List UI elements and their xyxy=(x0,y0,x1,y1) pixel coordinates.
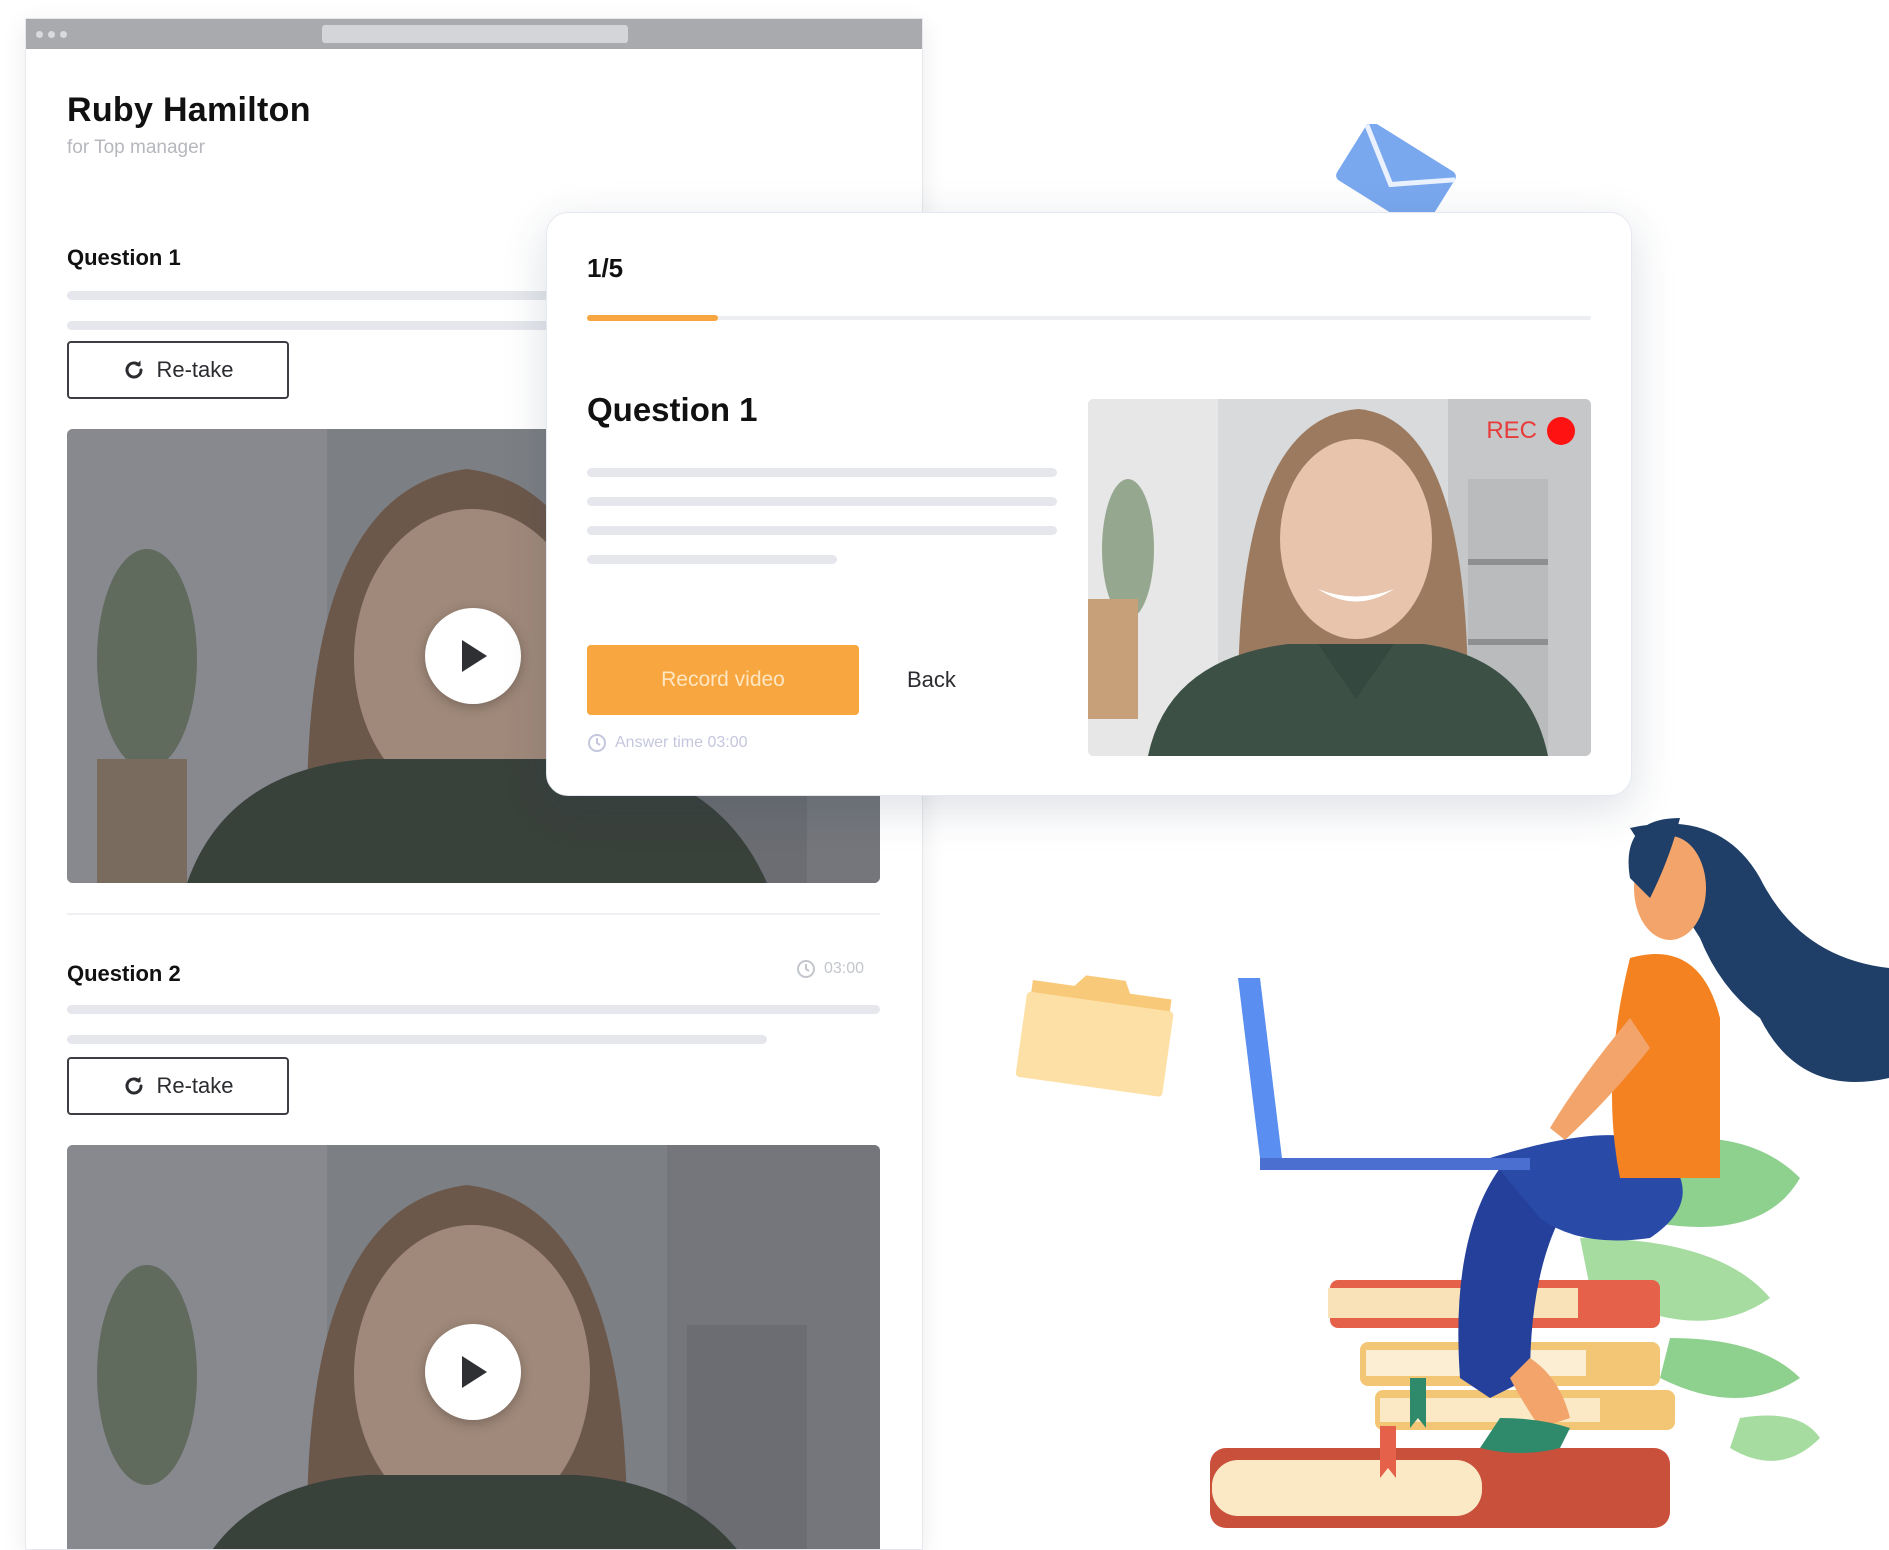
back-button[interactable]: Back xyxy=(907,667,956,693)
step-counter: 1/5 xyxy=(587,253,624,283)
retake-icon xyxy=(126,360,143,379)
play-button[interactable] xyxy=(425,1324,521,1420)
rec-label: REC xyxy=(1486,417,1537,444)
clock-icon xyxy=(588,734,606,752)
record-card: 1/5 Question 1 Record video Back Answer … xyxy=(546,212,1632,796)
window-dots-icon xyxy=(48,31,55,38)
question-2-timer-value: 03:00 xyxy=(824,960,865,977)
answer-time: Answer time 03:00 xyxy=(587,733,748,753)
candidate-camera-frame xyxy=(1088,399,1591,756)
play-button[interactable] xyxy=(425,608,521,704)
retake-label: Re-take xyxy=(156,1073,234,1098)
address-bar[interactable] xyxy=(322,25,628,43)
question-title: Question 1 xyxy=(587,391,758,428)
question-1-heading: Question 1 xyxy=(67,245,181,270)
candidate-name: Ruby Hamilton xyxy=(67,91,311,129)
play-icon xyxy=(462,1356,487,1388)
retake-button[interactable]: Re-take xyxy=(67,341,289,399)
answer-time-label: Answer time 03:00 xyxy=(615,734,748,751)
question-2-heading: Question 2 xyxy=(67,961,181,986)
question-text-line xyxy=(587,468,1057,477)
record-video-button[interactable]: Record video xyxy=(587,645,859,715)
window-dots-icon xyxy=(36,31,43,38)
question-2-text-line xyxy=(67,1035,767,1044)
question-text-line xyxy=(587,497,1057,506)
rec-indicator: REC xyxy=(1486,417,1575,445)
retake-icon xyxy=(126,1076,143,1095)
clock-icon xyxy=(797,960,815,978)
folder-icon xyxy=(1015,975,1174,1097)
progress-bar-fill xyxy=(587,315,718,321)
progress-bar xyxy=(587,315,1591,321)
question-1-text-line xyxy=(67,291,587,300)
woman-with-laptop-illustration xyxy=(1210,818,1889,1528)
window-dots-icon xyxy=(60,31,67,38)
question-text-line xyxy=(587,555,837,564)
rec-dot-icon xyxy=(1547,417,1575,445)
live-camera-preview: REC xyxy=(1088,399,1591,756)
retake-button[interactable]: Re-take xyxy=(67,1057,289,1115)
window-titlebar xyxy=(26,19,922,49)
question-2-video-thumbnail[interactable] xyxy=(67,1145,880,1549)
books-illustration xyxy=(1210,1280,1675,1528)
question-1-text-line xyxy=(67,321,587,330)
play-icon xyxy=(462,640,487,672)
question-2-text-line xyxy=(67,1005,880,1014)
question-text-line xyxy=(587,526,1057,535)
question-2-timer: 03:00 xyxy=(796,959,864,979)
divider xyxy=(67,913,880,915)
candidate-role: for Top manager xyxy=(67,137,206,158)
retake-label: Re-take xyxy=(156,357,234,382)
